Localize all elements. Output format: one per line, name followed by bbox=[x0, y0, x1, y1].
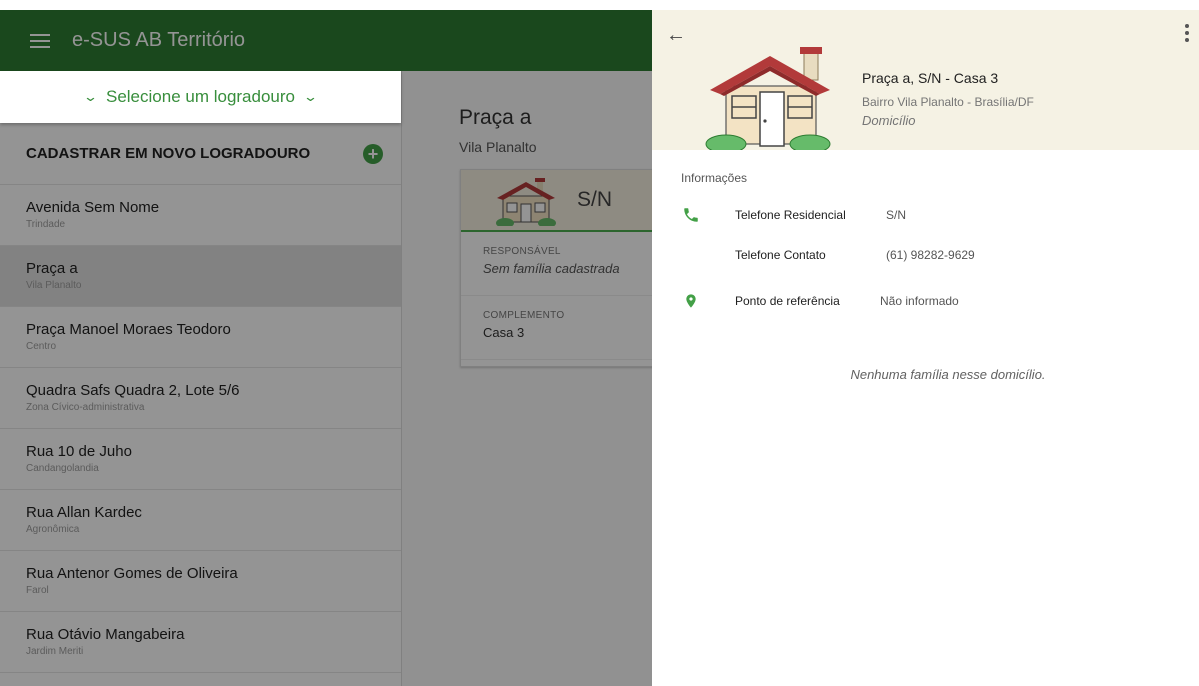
more-vert-icon[interactable] bbox=[1185, 24, 1189, 45]
chevron-down-icon: ⌄ bbox=[302, 89, 319, 104]
back-arrow-icon[interactable]: ← bbox=[666, 24, 686, 47]
household-detail-header: ← Praça a, S/N - Casa 3 Bairro Vila Plan… bbox=[652, 10, 1199, 150]
location-pin-icon bbox=[686, 294, 696, 308]
street-selector-dropdown[interactable]: ⌄ Selecione um logradouro ⌄ bbox=[0, 71, 401, 123]
no-family-message: Nenhuma família nesse domicílio. bbox=[850, 367, 1046, 382]
phone-residential-value: S/N bbox=[886, 208, 907, 222]
phone-contact-row[interactable]: Telefone Contato (61) 98282-9629 bbox=[652, 246, 1199, 268]
phone-residential-row[interactable]: Telefone Residencial S/N bbox=[652, 206, 1199, 228]
household-detail-panel: ← Praça a, S/N - Casa 3 Bairro Vila Plan… bbox=[652, 10, 1199, 686]
phone-contact-value: (61) 98282-9629 bbox=[886, 248, 975, 262]
household-address-title: Praça a, S/N - Casa 3 bbox=[862, 70, 999, 86]
street-selector-label: Selecione um logradouro bbox=[105, 87, 295, 106]
phone-icon bbox=[684, 208, 698, 222]
reference-point-row[interactable]: Ponto de referência Não informado bbox=[652, 292, 1199, 314]
phone-contact-label: Telefone Contato bbox=[735, 248, 826, 262]
top-strip bbox=[0, 0, 1199, 10]
phone-residential-label: Telefone Residencial bbox=[735, 208, 846, 222]
info-section-header: Informações bbox=[681, 171, 748, 185]
household-neighborhood: Bairro Vila Planalto - Brasília/DF bbox=[862, 95, 1034, 109]
reference-point-label: Ponto de referência bbox=[735, 294, 840, 308]
household-type: Domicílio bbox=[862, 113, 916, 128]
chevron-down-icon: ⌄ bbox=[82, 89, 99, 104]
reference-point-value: Não informado bbox=[880, 294, 959, 308]
house-illustration bbox=[705, 47, 831, 150]
